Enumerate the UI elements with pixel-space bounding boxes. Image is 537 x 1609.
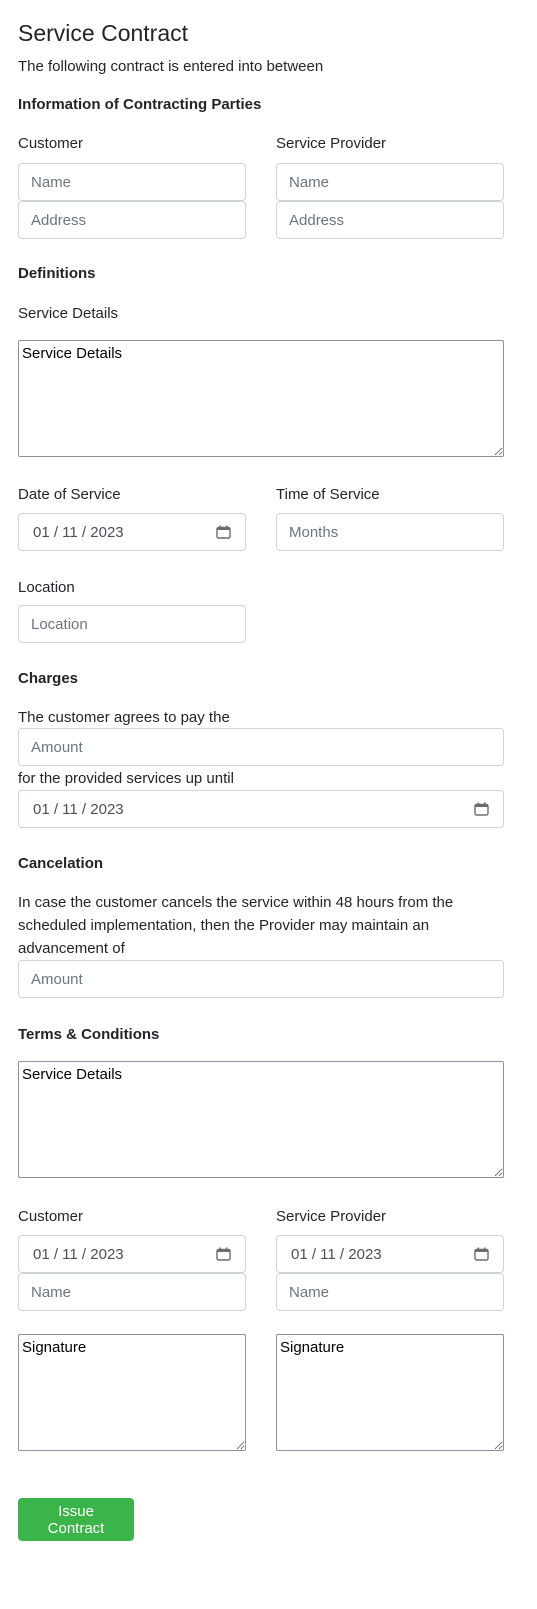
service-details-textarea[interactable] (18, 340, 504, 457)
page-title: Service Contract (18, 20, 189, 46)
customer-label: Customer (18, 135, 84, 152)
provider-sign-name-input[interactable] (276, 1273, 504, 1311)
customer-sign-date-input[interactable]: 01 / 11 / 2023 (18, 1235, 246, 1273)
signature-provider-label: Service Provider (276, 1208, 387, 1225)
cancelation-amount-input[interactable] (18, 960, 504, 998)
cancelation-text: In case the customer cancels the service… (18, 894, 454, 957)
date-of-service-value: 01 / 11 / 2023 (33, 523, 124, 541)
charges-amount-input[interactable] (18, 728, 504, 766)
charges-text-after: for the provided services up until (18, 770, 234, 787)
date-of-service-input[interactable]: 01 / 11 / 2023 (18, 513, 246, 551)
calendar-icon[interactable] (216, 1247, 231, 1261)
location-input[interactable] (18, 605, 246, 643)
charges-until-date-value: 01 / 11 / 2023 (33, 800, 124, 818)
issue-contract-button[interactable]: Issue Contract (18, 1498, 134, 1541)
terms-heading: Terms & Conditions (18, 1026, 160, 1043)
signature-customer-label: Customer (18, 1208, 84, 1225)
charges-text-before: The customer agrees to pay the (18, 709, 230, 726)
charges-until-date-input[interactable]: 01 / 11 / 2023 (18, 790, 504, 828)
charges-heading: Charges (18, 670, 79, 687)
cancelation-heading: Cancelation (18, 855, 104, 872)
parties-heading: Information of Contracting Parties (18, 96, 262, 113)
service-details-label: Service Details (18, 305, 119, 322)
provider-label: Service Provider (276, 135, 387, 152)
time-of-service-input[interactable] (276, 513, 504, 551)
location-label: Location (18, 579, 75, 596)
date-of-service-label: Date of Service (18, 486, 121, 503)
customer-sign-date-value: 01 / 11 / 2023 (33, 1245, 124, 1263)
customer-address-input[interactable] (18, 201, 246, 239)
time-of-service-label: Time of Service (276, 486, 380, 503)
provider-sign-date-value: 01 / 11 / 2023 (291, 1245, 382, 1263)
provider-address-input[interactable] (276, 201, 504, 239)
definitions-heading: Definitions (18, 265, 96, 282)
calendar-icon[interactable] (216, 525, 231, 539)
customer-sign-name-input[interactable] (18, 1273, 246, 1311)
calendar-icon[interactable] (474, 802, 489, 816)
customer-name-input[interactable] (18, 163, 246, 201)
customer-signature-textarea[interactable] (18, 1334, 246, 1451)
provider-sign-date-input[interactable]: 01 / 11 / 2023 (276, 1235, 504, 1273)
terms-textarea[interactable] (18, 1061, 504, 1178)
provider-signature-textarea[interactable] (276, 1334, 504, 1451)
intro-text: The following contract is entered into b… (18, 58, 324, 75)
calendar-icon[interactable] (474, 1247, 489, 1261)
provider-name-input[interactable] (276, 163, 504, 201)
